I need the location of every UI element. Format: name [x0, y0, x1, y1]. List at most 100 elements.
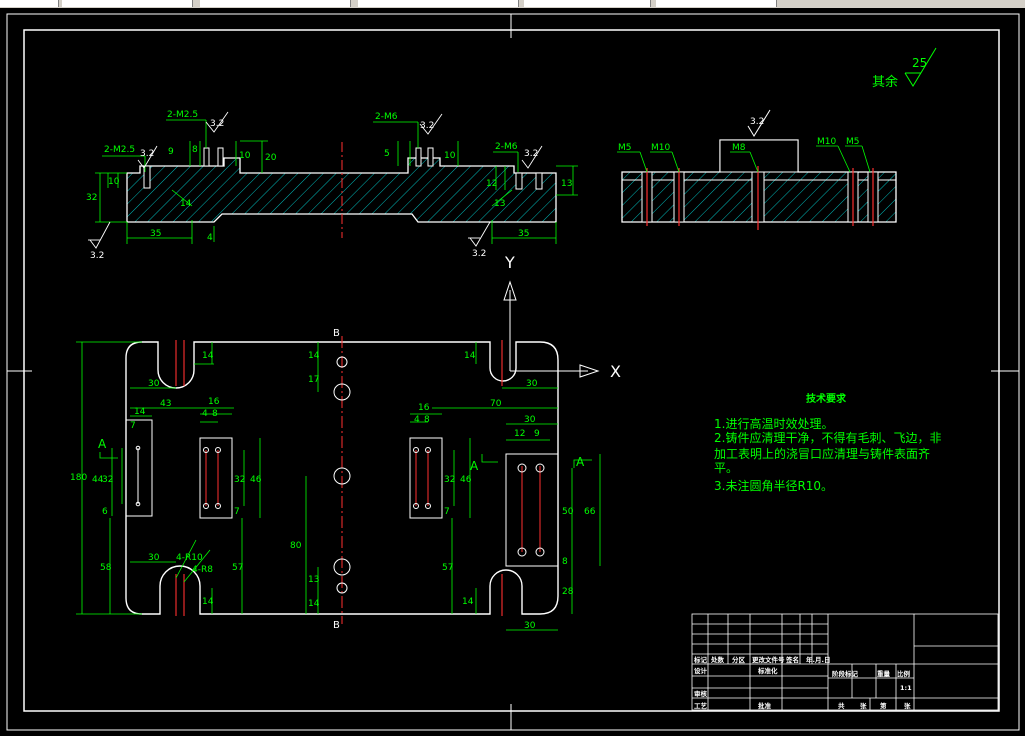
drawing-canvas[interactable]: 其余 25 35 35 32 4 20 13 10 10 10 8 9 5 12…	[0, 8, 1025, 732]
svg-text:阶段标记: 阶段标记	[832, 669, 859, 678]
svg-text:3.2: 3.2	[90, 251, 104, 261]
svg-text:180: 180	[70, 473, 87, 483]
svg-text:2-M6: 2-M6	[495, 142, 518, 152]
svg-text:13: 13	[494, 199, 505, 209]
svg-text:9: 9	[534, 429, 540, 439]
svg-text:3.2: 3.2	[524, 149, 538, 159]
x-axis-label: X	[610, 362, 621, 381]
svg-text:7: 7	[234, 507, 240, 517]
svg-text:7: 7	[130, 421, 136, 431]
svg-text:更改文件号: 更改文件号	[752, 655, 785, 664]
svg-text:14: 14	[308, 351, 320, 361]
view-mark-a: A	[98, 437, 107, 451]
svg-text:32: 32	[234, 475, 245, 485]
thread-hole	[535, 172, 543, 190]
svg-text:8: 8	[562, 557, 568, 567]
svg-text:M5: M5	[846, 137, 860, 147]
thread-hole	[415, 147, 422, 167]
svg-text:4-R10: 4-R10	[176, 553, 203, 563]
svg-text:4: 4	[414, 415, 420, 425]
svg-text:46: 46	[460, 475, 472, 485]
svg-text:设计: 设计	[694, 666, 708, 675]
svg-text:张: 张	[860, 701, 867, 710]
svg-text:M10: M10	[817, 137, 836, 147]
toolbar-tab[interactable]	[200, 0, 351, 7]
svg-text:签名: 签名	[785, 655, 799, 664]
svg-text:重量: 重量	[877, 669, 891, 678]
svg-text:30: 30	[524, 415, 536, 425]
technical-notes: 技术要求 1.进行高温时效处理。 2.铸件应清理干净，不得有毛刺、飞边，非 加工…	[714, 392, 941, 493]
svg-text:4: 4	[202, 409, 208, 419]
svg-text:3.2: 3.2	[210, 119, 224, 129]
svg-text:分区: 分区	[732, 655, 746, 664]
svg-text:14: 14	[308, 599, 320, 609]
svg-text:32: 32	[86, 193, 97, 203]
front-view: 35 35 32 4 20 13 10 10 10 8 9 5 12 14 13…	[86, 110, 578, 261]
svg-text:30: 30	[524, 621, 536, 631]
svg-text:2-M2.5: 2-M2.5	[104, 145, 135, 155]
note-line-2: 2.铸件应清理干净，不得有毛刺、飞边，非	[714, 430, 941, 445]
svg-text:30: 30	[526, 379, 538, 389]
svg-text:46: 46	[250, 475, 262, 485]
thread-hole	[515, 172, 523, 190]
note-line-5: 3.未注圆角半径R10。	[714, 478, 833, 493]
view-mark-a: A	[576, 455, 585, 469]
section-mark-bottom: B	[333, 620, 340, 631]
svg-text:标准化: 标准化	[757, 666, 778, 675]
svg-text:9: 9	[168, 147, 174, 157]
svg-text:13: 13	[308, 575, 319, 585]
thread-hole	[427, 147, 434, 167]
svg-text:14: 14	[202, 597, 214, 607]
svg-text:批准: 批准	[758, 701, 772, 710]
svg-text:57: 57	[442, 563, 453, 573]
svg-text:1:1: 1:1	[900, 684, 912, 692]
svg-text:50: 50	[562, 507, 574, 517]
view-mark-a: A	[470, 459, 479, 473]
toolbar-tab[interactable]	[524, 0, 651, 7]
svg-text:M10: M10	[651, 143, 670, 153]
svg-text:年.月.日: 年.月.日	[806, 655, 830, 664]
y-axis-label: Y	[504, 253, 515, 272]
note-line-3: 加工表明上的浇冒口应清理与铸件表面齐	[714, 446, 930, 461]
svg-text:M8: M8	[732, 143, 746, 153]
toolbar-tab[interactable]	[358, 0, 519, 7]
toolbar-tab[interactable]	[656, 0, 777, 7]
section-mark-top: B	[333, 328, 340, 339]
svg-text:58: 58	[100, 563, 112, 573]
slot-left	[125, 419, 153, 517]
svg-text:80: 80	[290, 541, 302, 551]
toolbar-tab[interactable]	[62, 0, 193, 7]
svg-text:M5: M5	[618, 143, 632, 153]
svg-text:16: 16	[208, 397, 220, 407]
svg-text:30: 30	[148, 553, 160, 563]
svg-text:7: 7	[444, 507, 450, 517]
svg-text:共: 共	[838, 701, 845, 710]
svg-text:32: 32	[444, 475, 455, 485]
svg-text:8: 8	[192, 145, 198, 155]
toolbar-strip	[0, 0, 1025, 8]
svg-text:10: 10	[239, 151, 251, 161]
svg-text:14: 14	[464, 351, 476, 361]
svg-text:8: 8	[424, 415, 430, 425]
svg-text:2-M2.5: 2-M2.5	[167, 110, 198, 120]
rest-label: 其余	[872, 74, 898, 90]
svg-text:审核: 审核	[694, 689, 708, 698]
svg-text:比例: 比例	[897, 669, 911, 678]
svg-text:66: 66	[584, 507, 596, 517]
svg-text:57: 57	[232, 563, 243, 573]
toolbar-tab[interactable]	[0, 0, 59, 7]
svg-text:2-M6: 2-M6	[375, 112, 398, 122]
svg-text:13: 13	[561, 179, 572, 189]
block-right	[505, 453, 559, 567]
svg-text:6: 6	[102, 507, 108, 517]
svg-text:14: 14	[202, 351, 214, 361]
surface-finish-rest: 其余 25	[872, 47, 937, 90]
svg-text:35: 35	[518, 229, 529, 239]
svg-text:10: 10	[108, 177, 120, 187]
thread-hole	[203, 147, 210, 167]
svg-text:3.2: 3.2	[420, 121, 434, 131]
svg-text:8: 8	[212, 409, 218, 419]
rest-value: 25	[912, 56, 927, 70]
svg-text:张: 张	[904, 701, 911, 710]
svg-text:35: 35	[150, 229, 161, 239]
